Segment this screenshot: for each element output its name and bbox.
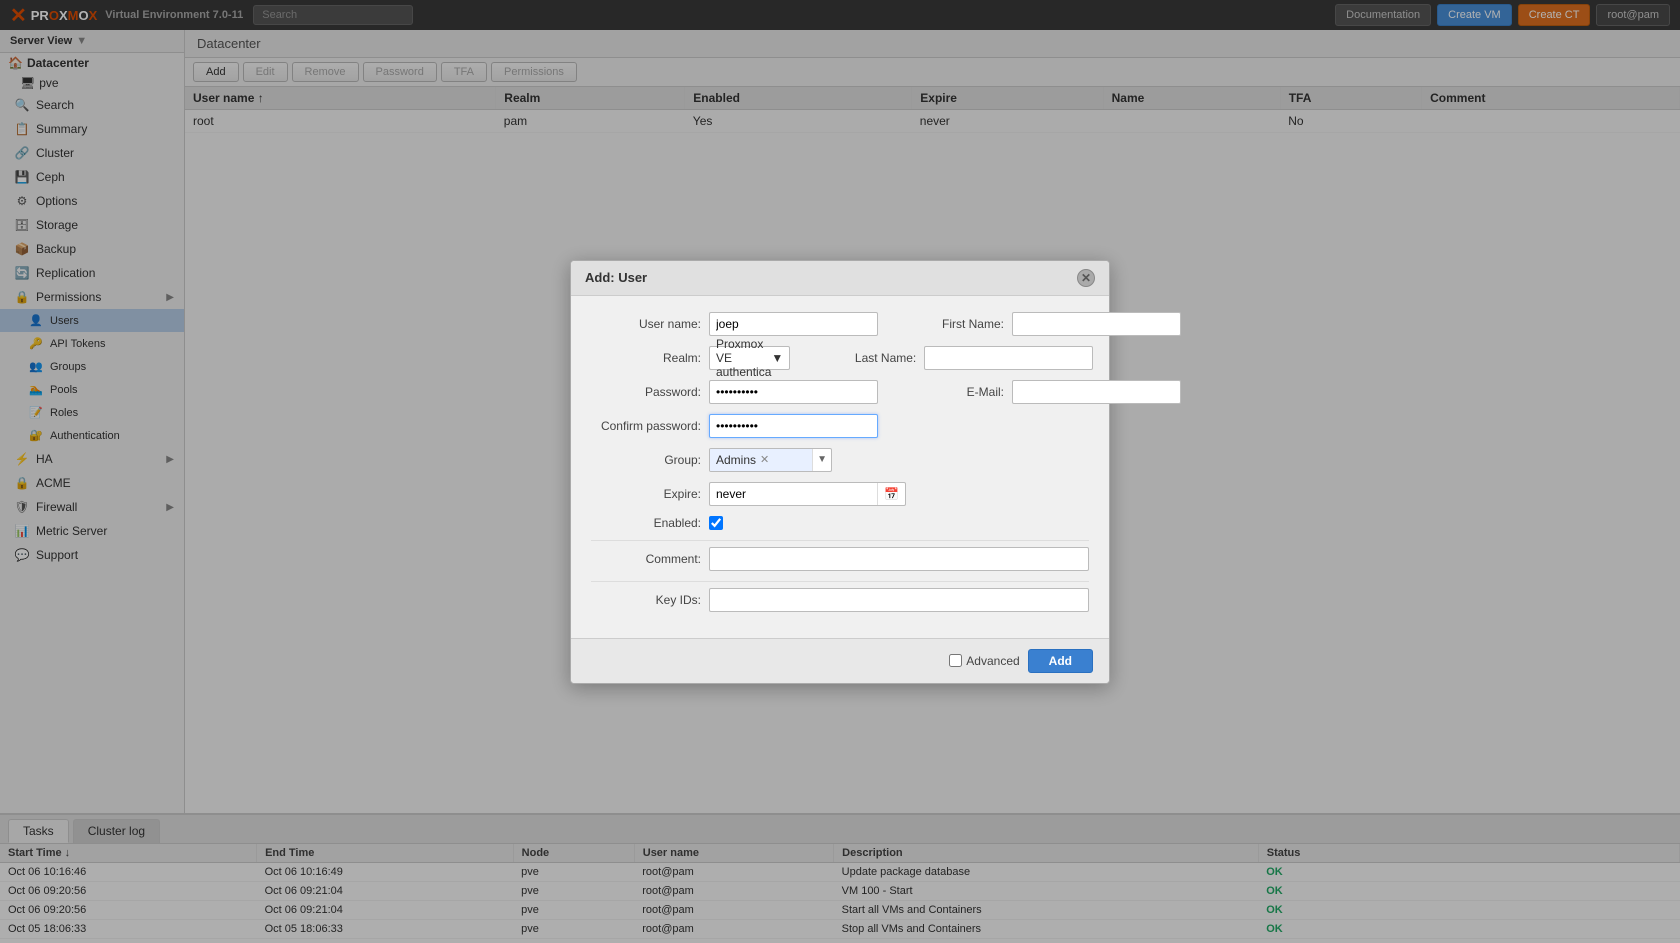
expire-input[interactable] [710, 484, 877, 504]
enabled-checkbox-wrap [709, 516, 723, 530]
email-label: E-Mail: [894, 385, 1004, 399]
form-col-realm: Realm: Proxmox VE authentica ▼ [591, 346, 790, 370]
modal-add-button[interactable]: Add [1028, 649, 1093, 673]
form-col-confirm-password: Confirm password: [591, 414, 878, 438]
form-col-enabled: Enabled: [591, 516, 832, 530]
group-tag-remove-icon[interactable]: ✕ [760, 453, 769, 466]
firstname-label: First Name: [894, 317, 1004, 331]
add-user-modal: Add: User ✕ User name: First Name: Realm… [570, 260, 1110, 684]
modal-body: User name: First Name: Realm: Proxmox VE… [571, 296, 1109, 638]
form-col-comment: Comment: [591, 547, 1089, 571]
expire-field: 📅 [709, 482, 906, 506]
form-col-firstname: First Name: [894, 312, 1181, 336]
realm-select[interactable]: Proxmox VE authentica ▼ [709, 346, 790, 370]
form-divider [591, 540, 1089, 541]
realm-label: Realm: [591, 351, 701, 365]
group-value: Admins ✕ [710, 449, 812, 471]
firstname-input[interactable] [1012, 312, 1181, 336]
modal-footer: Advanced Add [571, 638, 1109, 683]
form-col-group: Group: Admins ✕ ▼ [591, 448, 832, 472]
group-select[interactable]: Admins ✕ ▼ [709, 448, 832, 472]
group-label: Group: [591, 453, 701, 467]
email-input[interactable] [1012, 380, 1181, 404]
expire-calendar-icon[interactable]: 📅 [877, 483, 905, 505]
form-row-expire: Expire: 📅 [591, 482, 1089, 506]
lastname-label: Last Name: [806, 351, 916, 365]
expire-label: Expire: [591, 487, 701, 501]
advanced-checkbox[interactable] [949, 654, 962, 667]
modal-overlay[interactable]: Add: User ✕ User name: First Name: Realm… [0, 0, 1680, 943]
realm-value: Proxmox VE authentica [716, 337, 771, 379]
form-row-password: Password: E-Mail: [591, 380, 1089, 404]
form-col-username: User name: [591, 312, 878, 336]
confirm-password-label: Confirm password: [591, 419, 701, 433]
advanced-text: Advanced [966, 654, 1019, 668]
keyids-label: Key IDs: [591, 593, 701, 607]
group-tag: Admins [716, 453, 756, 467]
form-col-expire: Expire: 📅 [591, 482, 906, 506]
comment-input[interactable] [709, 547, 1089, 571]
realm-dropdown-icon: ▼ [771, 351, 783, 365]
form-row-group: Group: Admins ✕ ▼ [591, 448, 1089, 472]
modal-close-button[interactable]: ✕ [1077, 269, 1095, 287]
confirm-password-input[interactable] [709, 414, 878, 438]
form-row-enabled: Enabled: [591, 516, 1089, 530]
form-col-lastname: Last Name: [806, 346, 1093, 370]
form-row-realm: Realm: Proxmox VE authentica ▼ Last Name… [591, 346, 1089, 370]
enabled-checkbox[interactable] [709, 516, 723, 530]
lastname-input[interactable] [924, 346, 1093, 370]
comment-label: Comment: [591, 552, 701, 566]
modal-header: Add: User ✕ [571, 261, 1109, 296]
form-divider2 [591, 581, 1089, 582]
group-dropdown-icon[interactable]: ▼ [812, 449, 831, 471]
form-row-username: User name: First Name: [591, 312, 1089, 336]
form-row-comment: Comment: [591, 547, 1089, 571]
enabled-label: Enabled: [591, 516, 701, 530]
modal-title: Add: User [585, 270, 647, 285]
password-label: Password: [591, 385, 701, 399]
form-row-keyids: Key IDs: [591, 588, 1089, 612]
form-col-keyids: Key IDs: [591, 588, 1089, 612]
form-row-confirm-password: Confirm password: [591, 414, 1089, 438]
keyids-input[interactable] [709, 588, 1089, 612]
form-col-email: E-Mail: [894, 380, 1181, 404]
password-input[interactable] [709, 380, 878, 404]
username-label: User name: [591, 317, 701, 331]
advanced-label[interactable]: Advanced [949, 654, 1019, 668]
form-col-password: Password: [591, 380, 878, 404]
username-input[interactable] [709, 312, 878, 336]
